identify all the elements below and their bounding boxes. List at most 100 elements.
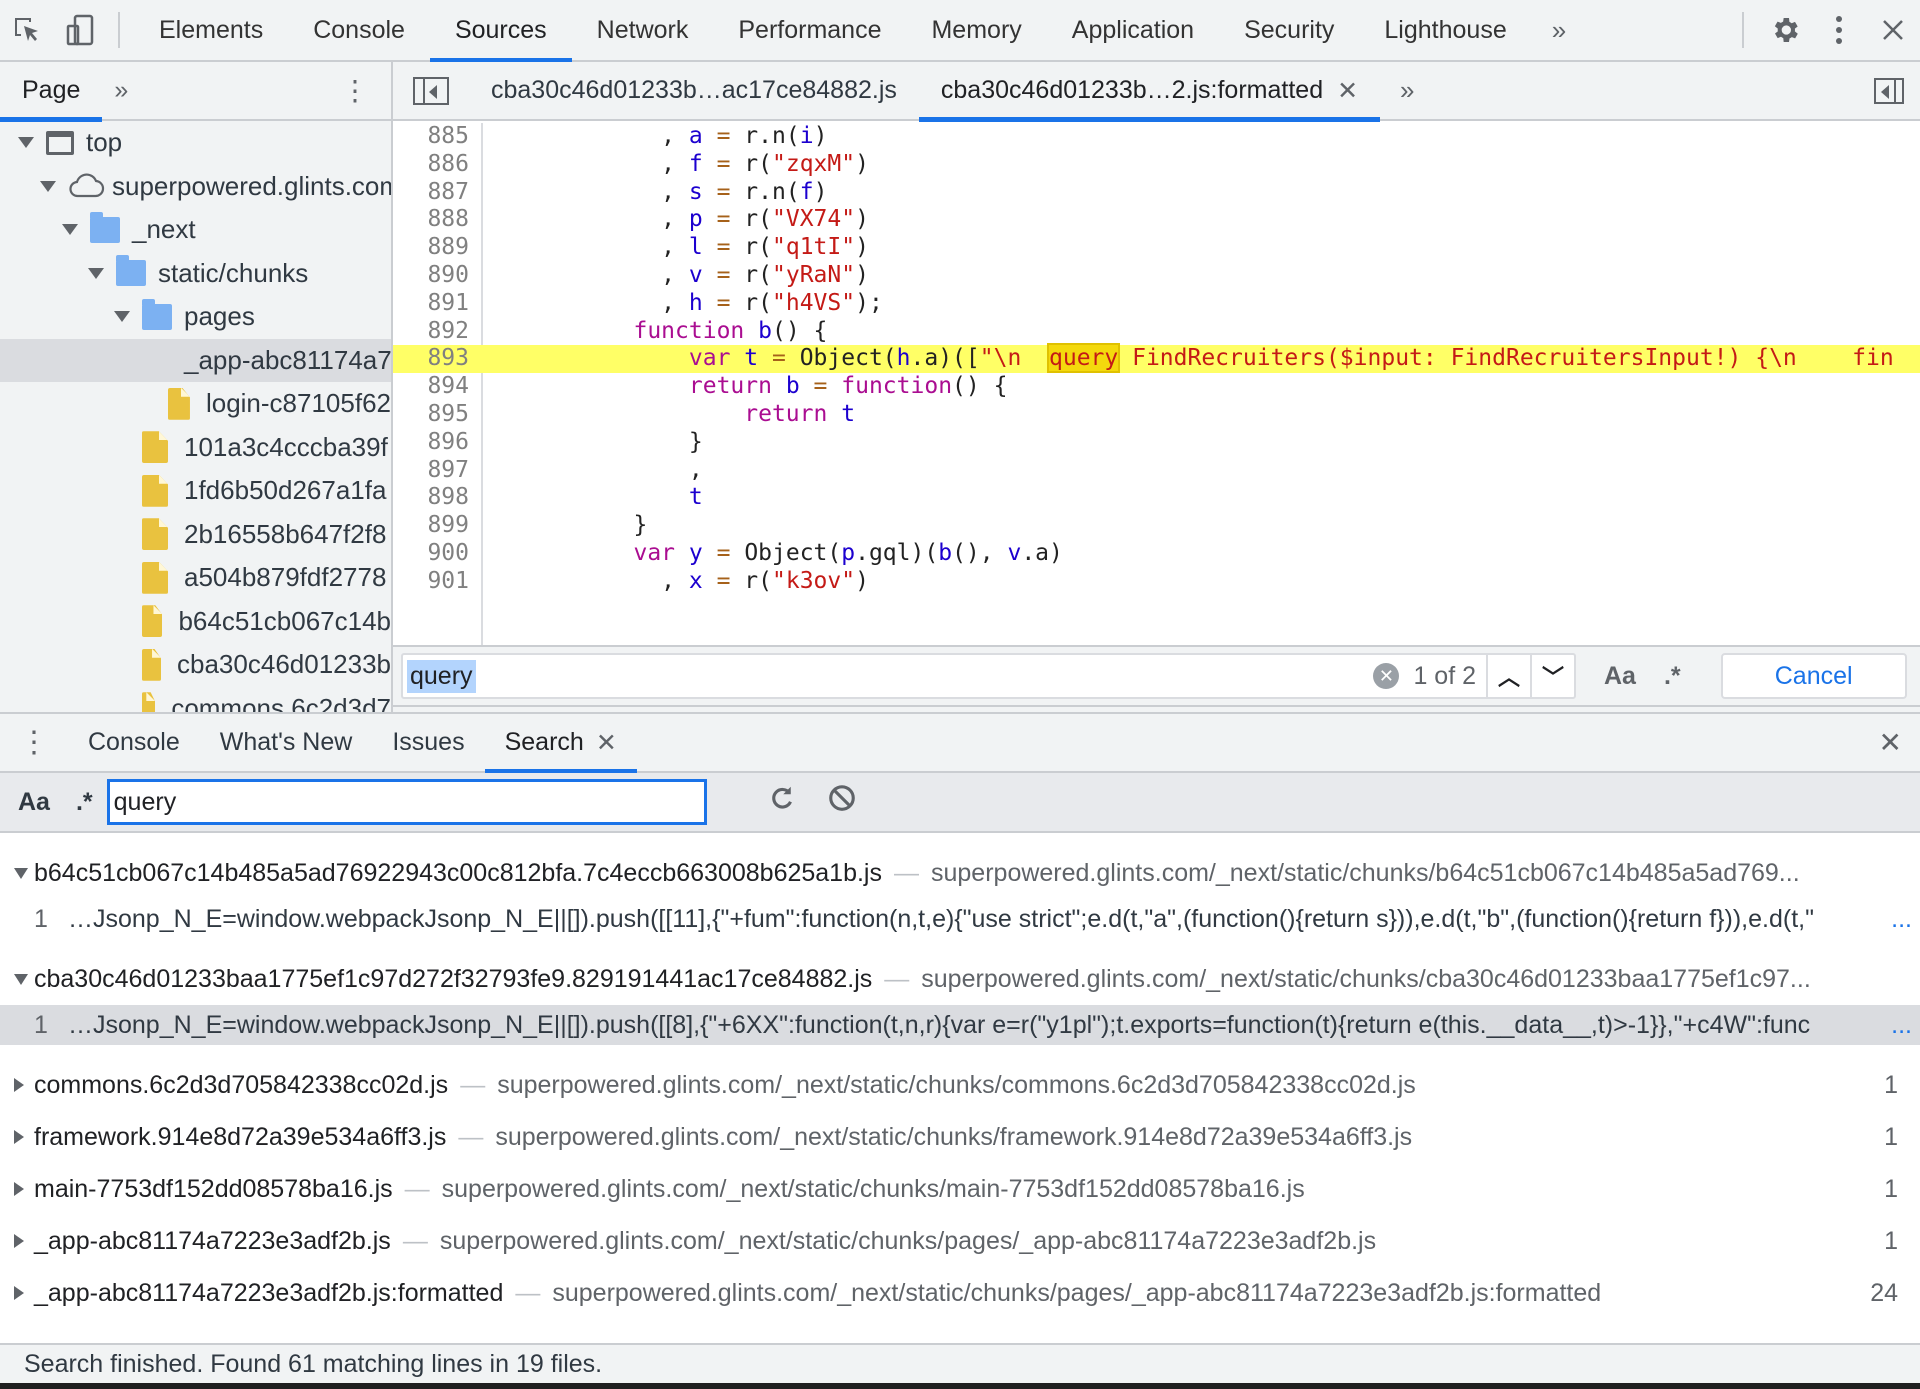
navigator-menu-button[interactable]: ⋮	[341, 74, 369, 107]
code-line[interactable]: 885 , a = r.n(i)	[393, 123, 1920, 151]
result-line-ellipsis[interactable]: ...	[1891, 1011, 1920, 1040]
tree-item[interactable]: b64c51cb067c14b	[0, 600, 391, 644]
find-previous-button[interactable]: ︿	[1486, 655, 1530, 697]
line-number[interactable]: 886	[393, 151, 483, 179]
search-result-line[interactable]: 1 …Jsonp_N_E=window.webpackJsonp_N_E||[])…	[0, 899, 1920, 939]
tab-security[interactable]: Security	[1219, 0, 1359, 61]
expand-arrow-icon[interactable]	[18, 137, 34, 149]
find-next-button[interactable]: ﹀	[1530, 655, 1574, 697]
tree-item[interactable]: cba30c46d01233b	[0, 643, 391, 687]
expanded-arrow-icon[interactable]	[14, 973, 28, 985]
code-line[interactable]: 900 var y = Object(p.gql)(b(), v.a)	[393, 540, 1920, 568]
tree-item[interactable]: 1fd6b50d267a1fa	[0, 469, 391, 513]
result-line-ellipsis[interactable]: ...	[1891, 905, 1920, 934]
line-number[interactable]: 896	[393, 429, 483, 457]
device-toolbar-button[interactable]	[54, 0, 108, 61]
tree-item[interactable]: commons.6c2d3d7	[0, 687, 391, 712]
line-number[interactable]: 892	[393, 318, 483, 346]
editor-more-tabs-button[interactable]: »	[1380, 75, 1434, 106]
find-input[interactable]: query ✕ 1 of 2 ︿ ﹀	[401, 653, 1576, 699]
line-number[interactable]: 893	[393, 345, 483, 373]
search-result-file[interactable]: cba30c46d01233baa1775ef1c97d272f32793fe9…	[0, 953, 1920, 1005]
line-number[interactable]: 894	[393, 373, 483, 401]
search-result-file[interactable]: b64c51cb067c14b485a5ad76922943c00c812bfa…	[0, 847, 1920, 899]
line-number[interactable]: 888	[393, 206, 483, 234]
expand-arrow-icon[interactable]	[88, 267, 104, 279]
tree-item[interactable]: superpowered.glints.com	[0, 165, 391, 209]
tab-console[interactable]: Console	[288, 0, 430, 61]
code-line[interactable]: 895 return t	[393, 401, 1920, 429]
code-line[interactable]: 890 , v = r("yRaN")	[393, 262, 1920, 290]
code-line[interactable]: 896 }	[393, 429, 1920, 457]
tab-performance[interactable]: Performance	[713, 0, 906, 61]
search-match-case-toggle[interactable]: Aa	[18, 788, 50, 817]
tab-sources[interactable]: Sources	[429, 0, 572, 63]
tree-item[interactable]: 101a3c4cccba39f	[0, 426, 391, 470]
line-number[interactable]: 900	[393, 540, 483, 568]
code-line[interactable]: 893 var t = Object(h.a)(["\n query FindR…	[393, 343, 1920, 374]
expand-arrow-icon[interactable]	[62, 224, 78, 236]
find-cancel-button[interactable]: Cancel	[1720, 653, 1907, 699]
inspect-element-button[interactable]	[0, 0, 54, 61]
code-view[interactable]: 885 , a = r.n(i) 886 , f = r("zqxM") 887 ,…	[393, 123, 1920, 645]
search-regex-toggle[interactable]: .*	[76, 788, 93, 817]
more-tabs-button[interactable]: »	[1532, 15, 1586, 46]
collapsed-arrow-icon[interactable]	[14, 1182, 24, 1196]
code-line[interactable]: 886 , f = r("zqxM")	[393, 151, 1920, 179]
tree-item[interactable]: static/chunks	[0, 252, 391, 296]
expand-arrow-icon[interactable]	[114, 311, 130, 323]
find-regex-toggle[interactable]: .*	[1664, 662, 1681, 691]
tree-item[interactable]: top	[0, 121, 391, 165]
line-number[interactable]: 897	[393, 457, 483, 485]
collapsed-arrow-icon[interactable]	[14, 1286, 24, 1300]
toggle-debugger-button[interactable]	[1874, 77, 1904, 104]
tree-item[interactable]: _next	[0, 208, 391, 252]
code-line[interactable]: 897 ,	[393, 457, 1920, 485]
refresh-search-button[interactable]	[767, 783, 797, 821]
search-result-file[interactable]: main-7753df152dd08578ba16.js — superpowere…	[0, 1163, 1920, 1215]
editor-tab[interactable]: cba30c46d01233b…ac17ce84882.js	[469, 61, 919, 120]
code-line[interactable]: 889 , l = r("q1tI")	[393, 234, 1920, 262]
line-number[interactable]: 891	[393, 290, 483, 318]
line-number[interactable]: 901	[393, 568, 483, 596]
close-devtools-button[interactable]	[1866, 0, 1920, 61]
line-number[interactable]: 895	[393, 401, 483, 429]
find-match-case-toggle[interactable]: Aa	[1604, 662, 1636, 691]
code-line[interactable]: 898 t	[393, 484, 1920, 512]
settings-button[interactable]	[1758, 0, 1812, 61]
tab-network[interactable]: Network	[572, 0, 714, 61]
editor-tab[interactable]: cba30c46d01233b…2.js:formatted ✕	[918, 61, 1381, 122]
navigator-more-button[interactable]: »	[102, 76, 140, 105]
expanded-arrow-icon[interactable]	[14, 867, 28, 879]
line-number[interactable]: 889	[393, 234, 483, 262]
clear-search-button[interactable]	[827, 783, 857, 821]
tree-item[interactable]: a504b879fdf2778	[0, 556, 391, 600]
clear-find-button[interactable]: ✕	[1373, 663, 1400, 689]
expand-arrow-icon[interactable]	[40, 180, 56, 192]
search-result-line[interactable]: 1 …Jsonp_N_E=window.webpackJsonp_N_E||[])…	[0, 1005, 1920, 1045]
collapsed-arrow-icon[interactable]	[14, 1234, 24, 1248]
line-number[interactable]: 890	[393, 262, 483, 290]
code-line[interactable]: 894 return b = function() {	[393, 373, 1920, 401]
tree-item[interactable]: login-c87105f62	[0, 382, 391, 426]
collapsed-arrow-icon[interactable]	[14, 1078, 24, 1092]
code-line[interactable]: 888 , p = r("VX74")	[393, 206, 1920, 234]
line-number[interactable]: 898	[393, 484, 483, 512]
collapsed-arrow-icon[interactable]	[14, 1130, 24, 1144]
navigator-tab-page[interactable]: Page	[0, 62, 103, 122]
drawer-tab-issues[interactable]: Issues	[372, 713, 484, 772]
tab-memory[interactable]: Memory	[906, 0, 1046, 61]
close-tab-icon[interactable]: ✕	[596, 728, 617, 758]
search-result-file[interactable]: _app-abc81174a7223e3adf2b.js — superpowere…	[0, 1215, 1920, 1267]
code-line[interactable]: 891 , h = r("h4VS");	[393, 290, 1920, 318]
line-number[interactable]: 887	[393, 179, 483, 207]
tab-application[interactable]: Application	[1047, 0, 1219, 61]
code-line[interactable]: 901 , x = r("k3ov")	[393, 568, 1920, 596]
search-result-file[interactable]: _app-abc81174a7223e3adf2b.js:formatted — s…	[0, 1267, 1920, 1319]
tree-item[interactable]: pages	[0, 295, 391, 339]
code-line[interactable]: 899 }	[393, 512, 1920, 540]
tree-item[interactable]: 2b16558b647f2f8	[0, 513, 391, 557]
customize-menu-button[interactable]	[1812, 0, 1866, 61]
tree-item[interactable]: _app-abc81174a7223e3adf2b.js	[0, 338, 391, 382]
tab-elements[interactable]: Elements	[134, 0, 288, 61]
